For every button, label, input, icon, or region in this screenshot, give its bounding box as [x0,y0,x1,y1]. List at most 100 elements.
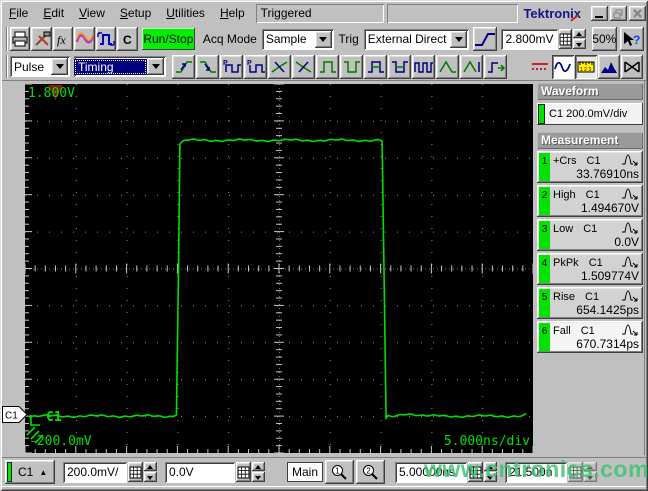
minimize-button[interactable] [591,6,608,21]
horizontal-scale-stepper[interactable] [484,461,497,483]
chevron-down-icon[interactable] [51,58,68,75]
horizontal-position-field[interactable]: 21.500n [505,461,567,483]
setup-tools-button[interactable] [31,27,52,51]
measure-positive-crossing-button[interactable] [268,54,291,79]
mag1-zoom-button[interactable]: 1 [325,460,354,484]
menu-utilities[interactable]: Utilities [159,2,213,25]
keypad-icon[interactable] [128,462,143,482]
toolbar-handle [6,55,8,78]
readout-panel: Waveform C1 200.0mV/div Measurement 1 +C… [537,81,645,455]
keypad-icon[interactable] [558,29,572,49]
measurement-row-fall[interactable]: 6 Fall C1 670.7314ps [537,321,643,353]
pulse-glyph-icon [622,290,638,302]
measurement-number: 2 [539,187,550,215]
channel-select-button[interactable]: C1 ▲ [5,460,55,484]
timebase-mode-indicator[interactable]: Main [287,462,323,482]
menu-setup[interactable]: Setup [113,2,159,25]
measure-negative-crossing-button[interactable] [292,54,315,79]
trigger-level-stepper[interactable] [572,28,586,50]
vertical-offset-field[interactable]: 0.0V [165,461,235,483]
trigger-level-field[interactable]: 2.800mV [501,28,558,50]
graticule [24,83,534,454]
waveform-colors-button[interactable] [74,27,95,51]
histogram-view-button[interactable] [598,54,620,79]
measurement-source: C1 [583,222,598,235]
measure-positive-duty-button[interactable] [364,54,387,79]
measurement-row-crs[interactable]: 1 +Crs C1 33.76910ns [537,151,643,183]
scope-area: 1.800V C1 -200.0mV 5.000ns/div C1 [2,81,535,455]
close-button[interactable] [629,6,646,21]
chevron-down-icon[interactable] [147,58,164,75]
measure-positive-width-button[interactable]: P [220,54,243,79]
close-icon [632,8,642,18]
measure-negative-pulse-button[interactable] [340,54,363,79]
context-help-button[interactable]: ? [620,27,644,51]
measure-fall-time-button[interactable] [196,54,219,79]
autoset-pulse-button[interactable] [95,27,117,51]
define-math-button[interactable]: fx [52,27,74,51]
mask-view-button[interactable] [621,54,643,79]
menu-file[interactable]: File [2,2,36,25]
measurement-row-rise[interactable]: 5 Rise C1 654.1425ps [537,287,643,319]
menu-view[interactable]: View [72,2,113,25]
horizontal-scale-field[interactable]: 5.00000ns [395,461,467,483]
measurement-row-pkpk[interactable]: 4 PkPk C1 1.509774V [537,253,643,285]
trigger-slope-button[interactable] [473,27,498,51]
spin-up-icon[interactable] [484,461,497,471]
waveform-panel-header: Waveform [537,83,643,100]
measurement-number: 5 [539,289,550,317]
clear-data-button[interactable]: C [117,27,138,51]
clear-icon: C [123,33,132,47]
measure-subcategory-value: Timing [74,58,147,75]
measurement-name: Fall [553,324,571,337]
run-stop-button[interactable]: Run/Stop [141,28,195,50]
acq-mode-label: Acq Mode [202,32,257,46]
vertical-scale-stepper[interactable] [144,461,157,483]
keypad-icon[interactable] [468,462,483,482]
measure-frequency-button[interactable] [412,54,435,79]
channel-scale-button[interactable]: C1 200.0mV/div [537,103,643,125]
chevron-down-icon[interactable] [314,30,332,48]
spin-up-icon[interactable] [144,461,157,471]
cursors-toggle-button[interactable] [529,55,551,79]
spin-down-icon[interactable] [144,472,157,482]
restore-button[interactable] [610,6,627,21]
vertical-scale-field[interactable]: 200.0mV/ [63,461,127,483]
print-button[interactable] [10,27,31,51]
mag2-zoom-button[interactable]: 2 [356,460,385,484]
rise-time-icon [175,60,192,73]
measure-category-select[interactable]: Pulse [10,56,70,77]
measurement-row-high[interactable]: 2 High C1 1.494670V [537,185,643,217]
spin-up-icon[interactable] [572,28,586,38]
svg-text:1 2 3: 1 2 3 [580,67,591,73]
measure-amplitude-button[interactable] [436,54,459,79]
keypad-icon[interactable] [236,462,251,482]
scope-display[interactable]: 1.800V C1 -200.0mV 5.000ns/div [24,83,534,454]
menu-help[interactable]: Help [213,2,253,25]
waveform-view-button[interactable] [552,54,574,79]
spin-down-icon[interactable] [252,472,265,482]
vertical-offset-stepper[interactable] [252,461,265,483]
spin-down-icon[interactable] [572,39,586,49]
chevron-down-icon[interactable] [450,30,468,48]
set-level-50-button[interactable]: 50% [591,27,618,51]
acq-mode-select[interactable]: Sample [261,28,334,50]
measure-delay-button[interactable] [484,54,507,79]
minimize-icon [595,16,603,18]
measure-negative-width-button[interactable]: P [244,54,267,79]
measure-subcategory-select[interactable]: Timing [74,56,166,77]
channel-marker[interactable]: C1 [2,406,28,423]
measure-peak-to-peak-button[interactable] [460,54,483,79]
trace-channel-label: C1 [46,410,62,425]
spin-up-icon[interactable] [252,461,265,471]
measurement-view-button[interactable]: 1 2 3 [575,54,597,79]
spin-down-icon[interactable] [484,472,497,482]
measurement-row-low[interactable]: 3 Low C1 0.0V [537,219,643,251]
measure-rise-time-button[interactable] [172,54,195,79]
measure-negative-duty-button[interactable] [388,54,411,79]
measure-positive-pulse-button[interactable] [316,54,339,79]
magnifier-1-icon: 1 [332,464,347,480]
acq-mode-value: Sample [265,32,307,46]
menu-edit[interactable]: Edit [36,2,72,25]
trig-source-select[interactable]: External Direct [363,28,470,50]
